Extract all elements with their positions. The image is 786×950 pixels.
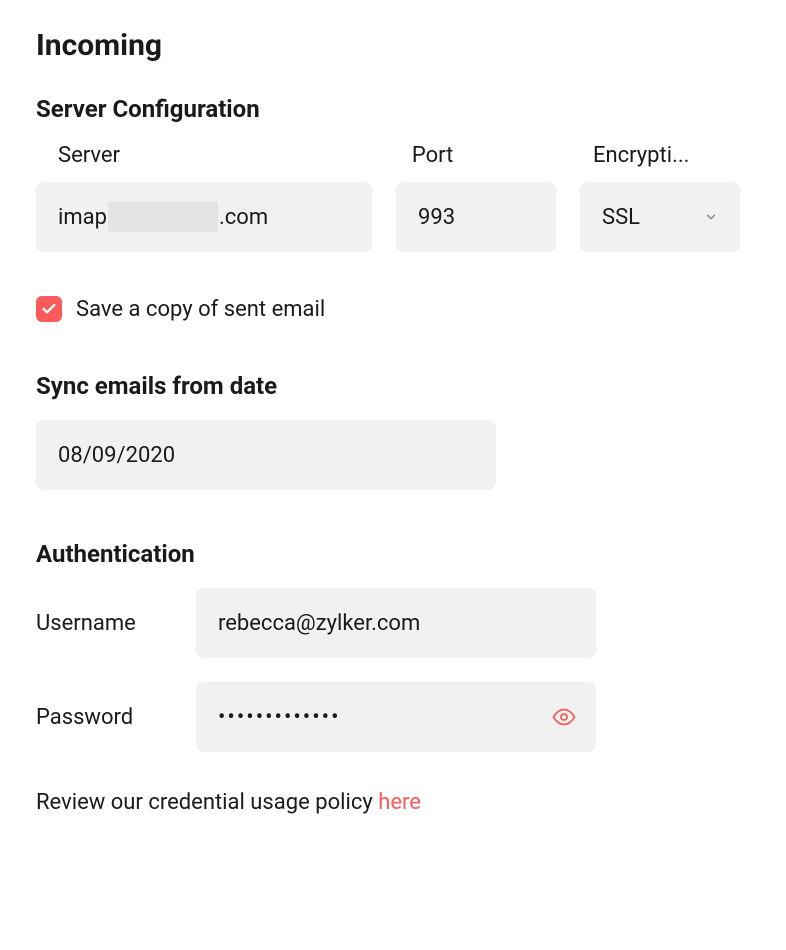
server-redacted — [108, 202, 218, 232]
save-copy-label: Save a copy of sent email — [76, 297, 325, 322]
port-label: Port — [412, 143, 569, 168]
password-input[interactable]: ••••••••••••• — [196, 682, 596, 752]
auth-heading: Authentication — [36, 540, 750, 568]
username-input[interactable]: rebecca@zylker.com — [196, 588, 596, 658]
encryption-select[interactable]: SSL — [580, 182, 740, 252]
sync-date-value: 08/09/2020 — [58, 443, 175, 468]
username-label: Username — [36, 611, 196, 636]
policy-text: Review our credential usage policy here — [36, 790, 750, 815]
chevron-down-icon — [704, 210, 718, 224]
encryption-value: SSL — [602, 205, 640, 230]
server-label: Server — [58, 143, 388, 168]
save-copy-checkbox[interactable] — [36, 296, 62, 322]
password-label: Password — [36, 705, 196, 730]
eye-icon[interactable] — [552, 705, 576, 729]
port-input[interactable]: 993 — [396, 182, 556, 252]
policy-prefix: Review our credential usage policy — [36, 790, 378, 815]
sync-heading: Sync emails from date — [36, 372, 750, 400]
policy-link[interactable]: here — [378, 790, 421, 815]
port-value: 993 — [418, 205, 455, 230]
server-config-heading: Server Configuration — [36, 95, 750, 123]
password-mask: ••••••••••••• — [218, 705, 341, 730]
server-suffix: .com — [219, 205, 268, 230]
encryption-label: Encrypti... — [593, 143, 750, 168]
server-input[interactable]: imap .com — [36, 182, 372, 252]
page-title: Incoming — [36, 28, 750, 63]
server-prefix: imap — [58, 205, 107, 230]
check-icon — [41, 301, 57, 317]
sync-date-input[interactable]: 08/09/2020 — [36, 420, 496, 490]
username-value: rebecca@zylker.com — [218, 611, 420, 636]
